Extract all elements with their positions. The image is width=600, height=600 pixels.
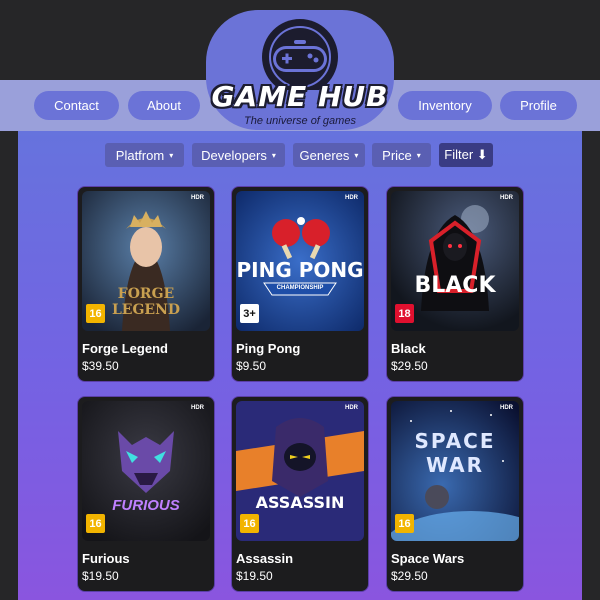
cover-title: BLACK (414, 273, 496, 298)
chevron-down-icon: ▾ (271, 150, 276, 160)
game-price: $29.50 (391, 359, 428, 373)
nav-inventory-button[interactable]: Inventory (398, 91, 492, 120)
game-cover-image: PING PONG CHAMPIONSHIP HDR 3+ (236, 191, 364, 331)
chevron-down-icon: ▾ (354, 150, 359, 160)
game-title: Space Wars (391, 551, 465, 566)
price-dropdown[interactable]: Price ▾ (372, 143, 431, 167)
genres-label: Generes (299, 147, 350, 163)
hdr-badge: HDR (191, 405, 204, 411)
cover-title: PING PONG (236, 258, 364, 282)
nav-contact-button[interactable]: Contact (34, 91, 119, 120)
price-label: Price (382, 147, 412, 163)
game-price: $29.50 (391, 569, 428, 583)
cover-title: ASSASSIN (255, 493, 345, 512)
game-price: $19.50 (82, 569, 119, 583)
hdr-badge: HDR (500, 195, 513, 201)
game-card-assassin[interactable]: ASSASSIN HDR 16 Assassin $19.50 (231, 396, 369, 592)
cover-subtitle: CHAMPIONSHIP (276, 285, 324, 291)
chevron-down-icon: ▾ (169, 150, 174, 160)
game-cover-image: FORGE LEGEND HDR 16 (82, 191, 210, 331)
game-title: Forge Legend (82, 341, 168, 356)
game-cover-image: BLACK HDR 18 (391, 191, 519, 331)
game-title: Assassin (236, 551, 294, 566)
nav-profile-button[interactable]: Profile (500, 91, 577, 120)
brand-title: GAME HUB (211, 80, 389, 113)
hdr-badge: HDR (191, 195, 204, 201)
age-rating-badge: 16 (395, 514, 414, 533)
gamepad-icon (262, 19, 338, 90)
game-card-ping-pong[interactable]: PING PONG CHAMPIONSHIP HDR 3+ Ping Pong … (231, 186, 369, 382)
hdr-badge: HDR (345, 195, 358, 201)
age-rating-badge: 3+ (240, 304, 259, 323)
game-cover-image: ASSASSIN HDR 16 (236, 401, 364, 541)
filter-button[interactable]: Filter ⬇ (439, 143, 493, 167)
age-rating-badge: 16 (240, 514, 259, 533)
game-title: Furious (82, 551, 130, 566)
game-title: Ping Pong (236, 341, 301, 356)
game-card-space-wars[interactable]: SPACE WAR HDR 16 Space Wars $29.50 (386, 396, 524, 592)
game-price: $39.50 (82, 359, 119, 373)
platform-dropdown[interactable]: Platfrom ▾ (105, 143, 184, 167)
game-price: $19.50 (236, 569, 273, 583)
genres-dropdown[interactable]: Generes ▾ (293, 143, 365, 167)
hdr-badge: HDR (345, 405, 358, 411)
brand-logo[interactable]: GAME HUB The universe of games (206, 10, 394, 130)
cover-title: SPACE WAR (414, 429, 496, 477)
game-cover-image: SPACE WAR HDR 16 (391, 401, 519, 541)
game-title: Black (391, 341, 426, 356)
age-rating-badge: 16 (86, 514, 105, 533)
game-price: $9.50 (236, 359, 267, 373)
chevron-down-icon: ▾ (416, 150, 421, 160)
nav-about-button[interactable]: About (128, 91, 200, 120)
age-rating-badge: 16 (86, 304, 105, 323)
age-rating-badge: 18 (395, 304, 414, 323)
developers-label: Developers (201, 147, 267, 163)
platform-label: Platfrom (115, 147, 165, 163)
cover-title: FURIOUS (112, 497, 180, 514)
game-card-forge-legend[interactable]: FORGE LEGEND HDR 16 Forge Legend $39.50 (77, 186, 215, 382)
game-card-black[interactable]: BLACK HDR 18 Black $29.50 (386, 186, 524, 382)
developers-dropdown[interactable]: Developers ▾ (192, 143, 285, 167)
brand-tagline: The universe of games (244, 115, 356, 127)
game-card-furious[interactable]: FURIOUS HDR 16 Furious $19.50 (77, 396, 215, 592)
game-cover-image: FURIOUS HDR 16 (82, 401, 210, 541)
hdr-badge: HDR (500, 405, 513, 411)
